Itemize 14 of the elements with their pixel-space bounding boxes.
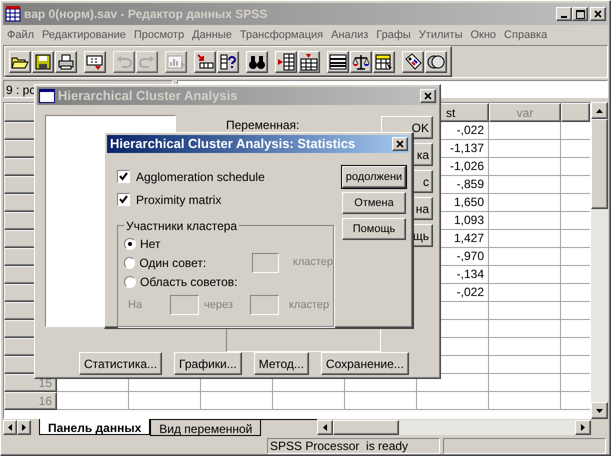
field-label: Переменная:	[226, 117, 300, 134]
checkbox-label: Agglomeration schedule	[136, 168, 265, 186]
field-suffix: кластер	[289, 298, 330, 313]
field-suffix: кластер	[292, 255, 334, 270]
dialog-title: Hierarchical Cluster Analysis	[58, 87, 238, 106]
radio-label: Область советов:	[140, 274, 238, 290]
status-text: SPSS Processor is ready	[267, 438, 440, 454]
window-title: вар 0(норм).sav - Редактор данных SPSS	[24, 6, 268, 23]
range-from-label: На	[128, 298, 144, 313]
radio-label: Один совет:	[139, 254, 208, 272]
radio-label: Нет	[140, 236, 162, 252]
range-through-label: через	[204, 298, 234, 313]
checkbox-label: Proximity matrix	[136, 192, 222, 208]
dialog-title: Hierarchical Cluster Analysis: Statistics	[110, 135, 356, 154]
